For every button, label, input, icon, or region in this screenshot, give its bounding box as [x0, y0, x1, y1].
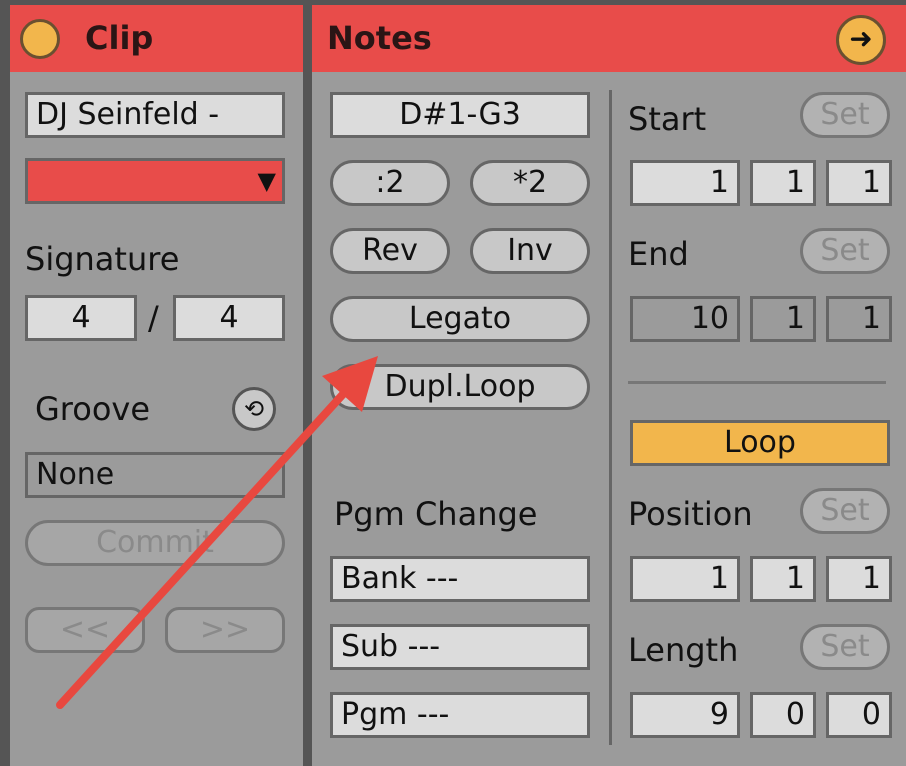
- length-label: Length: [628, 631, 739, 669]
- end-label: End: [628, 235, 689, 273]
- clip-name-field[interactable]: DJ Seinfeld -: [25, 92, 285, 138]
- position-set-button[interactable]: Set: [800, 488, 890, 534]
- sub-bank-field[interactable]: Sub ---: [330, 624, 590, 670]
- end-bar-field[interactable]: 10: [630, 296, 740, 342]
- end-sixteenth-field[interactable]: 1: [826, 296, 892, 342]
- double-button[interactable]: *2: [470, 160, 590, 206]
- arrow-right-icon[interactable]: ➜: [836, 15, 886, 65]
- length-beat-field[interactable]: 0: [750, 692, 816, 738]
- signature-label: Signature: [25, 240, 180, 278]
- notes-header: Notes ➜: [312, 5, 906, 72]
- end-set-button[interactable]: Set: [800, 228, 890, 274]
- next-button[interactable]: >>: [165, 607, 285, 653]
- duplicate-loop-button[interactable]: Dupl.Loop: [330, 364, 590, 410]
- vertical-divider: [609, 90, 612, 745]
- groove-field[interactable]: None: [25, 452, 285, 498]
- position-label: Position: [628, 495, 753, 533]
- horizontal-divider: [628, 381, 886, 384]
- legato-button[interactable]: Legato: [330, 296, 590, 342]
- groove-hot-swap-icon[interactable]: ⟲: [232, 387, 276, 431]
- notes-title: Notes: [327, 19, 432, 57]
- clip-title: Clip: [85, 19, 154, 57]
- position-beat-field[interactable]: 1: [750, 556, 816, 602]
- chevron-down-icon: ▼: [257, 167, 276, 195]
- clip-panel: Clip DJ Seinfeld - ▼ Signature 4 / 4 Gro…: [10, 5, 303, 766]
- end-beat-field[interactable]: 1: [750, 296, 816, 342]
- clip-header: Clip: [10, 5, 303, 72]
- groove-label: Groove: [35, 390, 151, 428]
- length-set-button[interactable]: Set: [800, 624, 890, 670]
- start-beat-field[interactable]: 1: [750, 160, 816, 206]
- position-bar-field[interactable]: 1: [630, 556, 740, 602]
- notes-panel: Notes ➜ D#1-G3 :2 *2 Rev Inv Legato Dupl…: [312, 5, 906, 766]
- start-sixteenth-field[interactable]: 1: [826, 160, 892, 206]
- commit-button[interactable]: Commit: [25, 520, 285, 566]
- length-sixteenth-field[interactable]: 0: [826, 692, 892, 738]
- note-range-field[interactable]: D#1-G3: [330, 92, 590, 138]
- clip-activator-button[interactable]: [20, 19, 60, 59]
- bank-field[interactable]: Bank ---: [330, 556, 590, 602]
- length-bar-field[interactable]: 9: [630, 692, 740, 738]
- invert-button[interactable]: Inv: [470, 228, 590, 274]
- signature-numerator-field[interactable]: 4: [25, 295, 137, 341]
- start-bar-field[interactable]: 1: [630, 160, 740, 206]
- clip-color-dropdown[interactable]: ▼: [25, 158, 285, 204]
- start-set-button[interactable]: Set: [800, 92, 890, 138]
- position-sixteenth-field[interactable]: 1: [826, 556, 892, 602]
- reverse-button[interactable]: Rev: [330, 228, 450, 274]
- prev-button[interactable]: <<: [25, 607, 145, 653]
- start-label: Start: [628, 100, 707, 138]
- signature-denominator-field[interactable]: 4: [173, 295, 285, 341]
- loop-toggle[interactable]: Loop: [630, 420, 890, 466]
- program-change-label: Pgm Change: [334, 495, 538, 533]
- program-field[interactable]: Pgm ---: [330, 692, 590, 738]
- half-button[interactable]: :2: [330, 160, 450, 206]
- signature-separator: /: [148, 299, 159, 337]
